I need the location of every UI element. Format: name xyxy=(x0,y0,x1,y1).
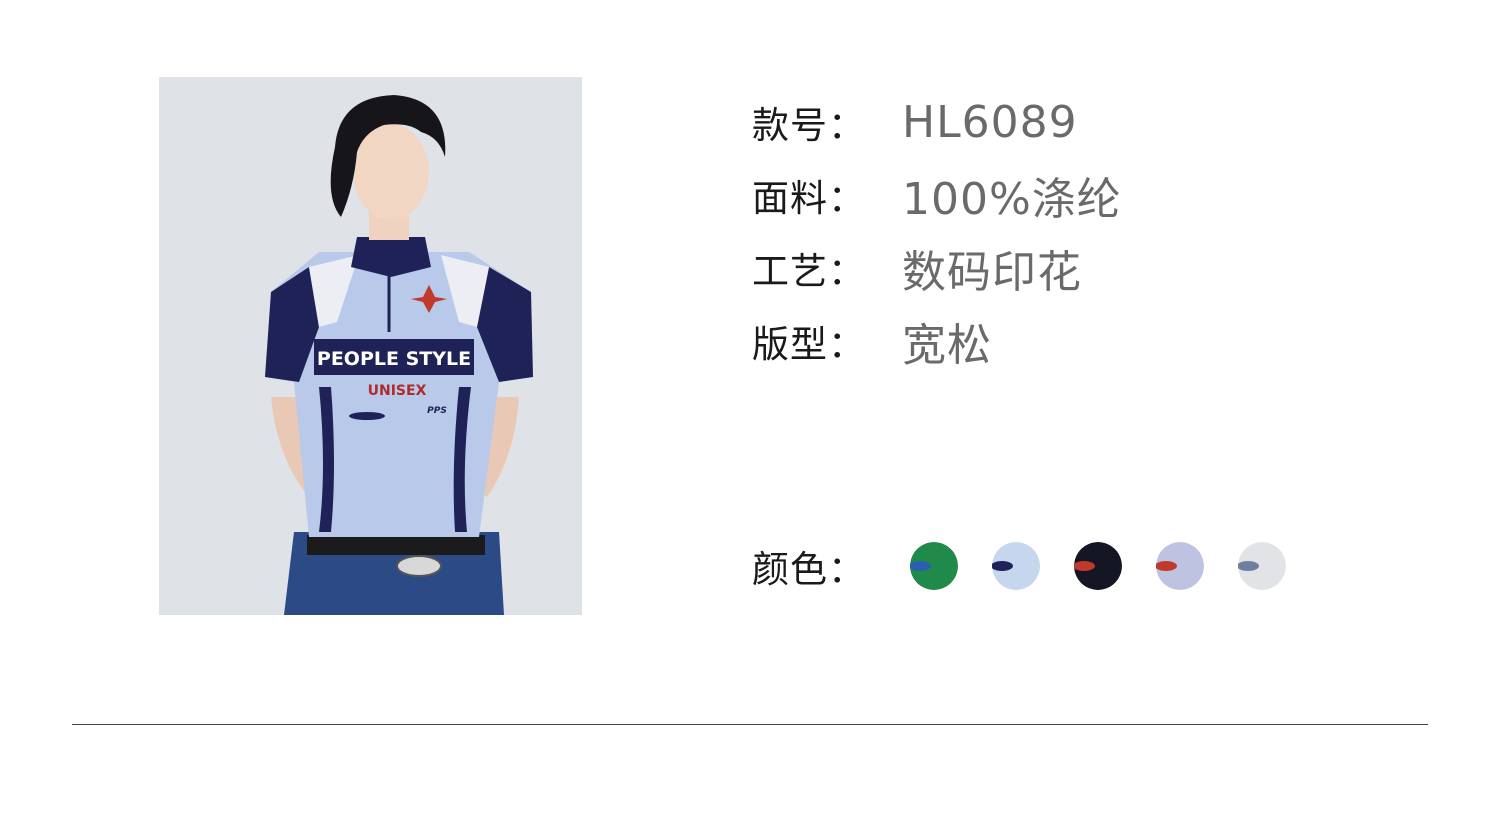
fit-label: 版型： xyxy=(752,323,866,366)
fit-value: 宽松 xyxy=(902,320,992,371)
shirt-print-sub: UNISEX xyxy=(368,383,427,399)
craft-label: 工艺： xyxy=(752,250,866,293)
swatch-logo-mark xyxy=(992,561,1013,571)
color-label: 颜色： xyxy=(752,548,866,591)
fabric-label: 面料： xyxy=(752,177,866,220)
product-photo: PEOPLE STYLE UNISEX PPS xyxy=(159,77,582,615)
spec-row-style-number: 款号： HL6089 xyxy=(752,92,1078,152)
color-swatch-lavender[interactable] xyxy=(1156,542,1204,590)
color-swatch-navy-black[interactable] xyxy=(1074,542,1122,590)
craft-value: 数码印花 xyxy=(902,247,1082,298)
swatch-logo-mark xyxy=(1238,561,1259,571)
color-swatch-green[interactable] xyxy=(910,542,958,590)
model-wearing-jersey-image: PEOPLE STYLE UNISEX PPS xyxy=(159,77,582,615)
spec-row-fit: 版型： 宽松 xyxy=(752,311,992,371)
swatch-logo-mark xyxy=(1156,561,1177,571)
fabric-value: 100%涤纶 xyxy=(902,174,1122,225)
spec-row-fabric: 面料： 100%涤纶 xyxy=(752,165,1122,225)
color-swatch-list xyxy=(910,542,1320,590)
style-number-value: HL6089 xyxy=(902,96,1078,148)
shirt-print-main: PEOPLE STYLE xyxy=(317,348,471,370)
color-swatch-light-blue[interactable] xyxy=(992,542,1040,590)
shirt-print-small: PPS xyxy=(427,406,447,416)
color-swatch-light-grey[interactable] xyxy=(1238,542,1286,590)
swatch-logo-mark xyxy=(910,561,931,571)
color-options-row: 颜色： xyxy=(752,536,1320,596)
style-number-label: 款号： xyxy=(752,104,866,147)
swatch-logo-mark xyxy=(1074,561,1095,571)
section-divider xyxy=(72,724,1428,725)
spec-row-craft: 工艺： 数码印花 xyxy=(752,238,1082,298)
